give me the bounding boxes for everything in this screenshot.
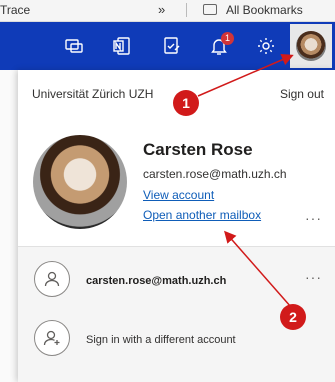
- onenote-icon[interactable]: [106, 22, 138, 70]
- annotation-marker-1: 1: [173, 90, 199, 116]
- account-flyout: Universität Zürich UZH Sign out Carsten …: [18, 70, 335, 382]
- bookmark-item[interactable]: Trace: [0, 3, 30, 17]
- open-another-mailbox-link[interactable]: Open another mailbox: [143, 208, 261, 222]
- to-do-icon[interactable]: [156, 22, 188, 70]
- add-person-icon: [34, 320, 70, 356]
- organization-name: Universität Zürich UZH: [32, 87, 154, 101]
- account-manager-button[interactable]: [290, 24, 332, 68]
- user-email: carsten.rose@math.uzh.ch: [143, 167, 287, 181]
- app-header: 1: [0, 22, 335, 70]
- person-icon: [34, 261, 70, 297]
- bookmarks-bar: Trace » All Bookmarks: [0, 0, 335, 22]
- other-account-email[interactable]: carsten.rose@math.uzh.ch: [86, 275, 226, 287]
- gear-icon[interactable]: [250, 22, 282, 70]
- bell-icon[interactable]: 1: [203, 22, 235, 70]
- profile-avatar: [33, 135, 127, 229]
- user-name: Carsten Rose: [143, 140, 253, 159]
- bookmarks-separator: [186, 3, 187, 17]
- all-bookmarks-button[interactable]: All Bookmarks: [226, 3, 303, 17]
- account-more-options-button[interactable]: ···: [305, 269, 322, 285]
- background-content: [0, 70, 18, 382]
- meet-now-icon[interactable]: [58, 22, 90, 70]
- bookmarks-overflow-button[interactable]: »: [158, 2, 165, 17]
- avatar: [296, 31, 326, 61]
- notification-badge: 1: [221, 32, 234, 45]
- sign-out-link[interactable]: Sign out: [280, 87, 324, 101]
- view-account-link[interactable]: View account: [143, 188, 214, 202]
- annotation-marker-2: 2: [280, 304, 306, 330]
- folder-icon: [203, 4, 217, 15]
- sign-in-different-account-button[interactable]: Sign in with a different account: [86, 334, 236, 346]
- more-options-button[interactable]: ···: [305, 210, 322, 226]
